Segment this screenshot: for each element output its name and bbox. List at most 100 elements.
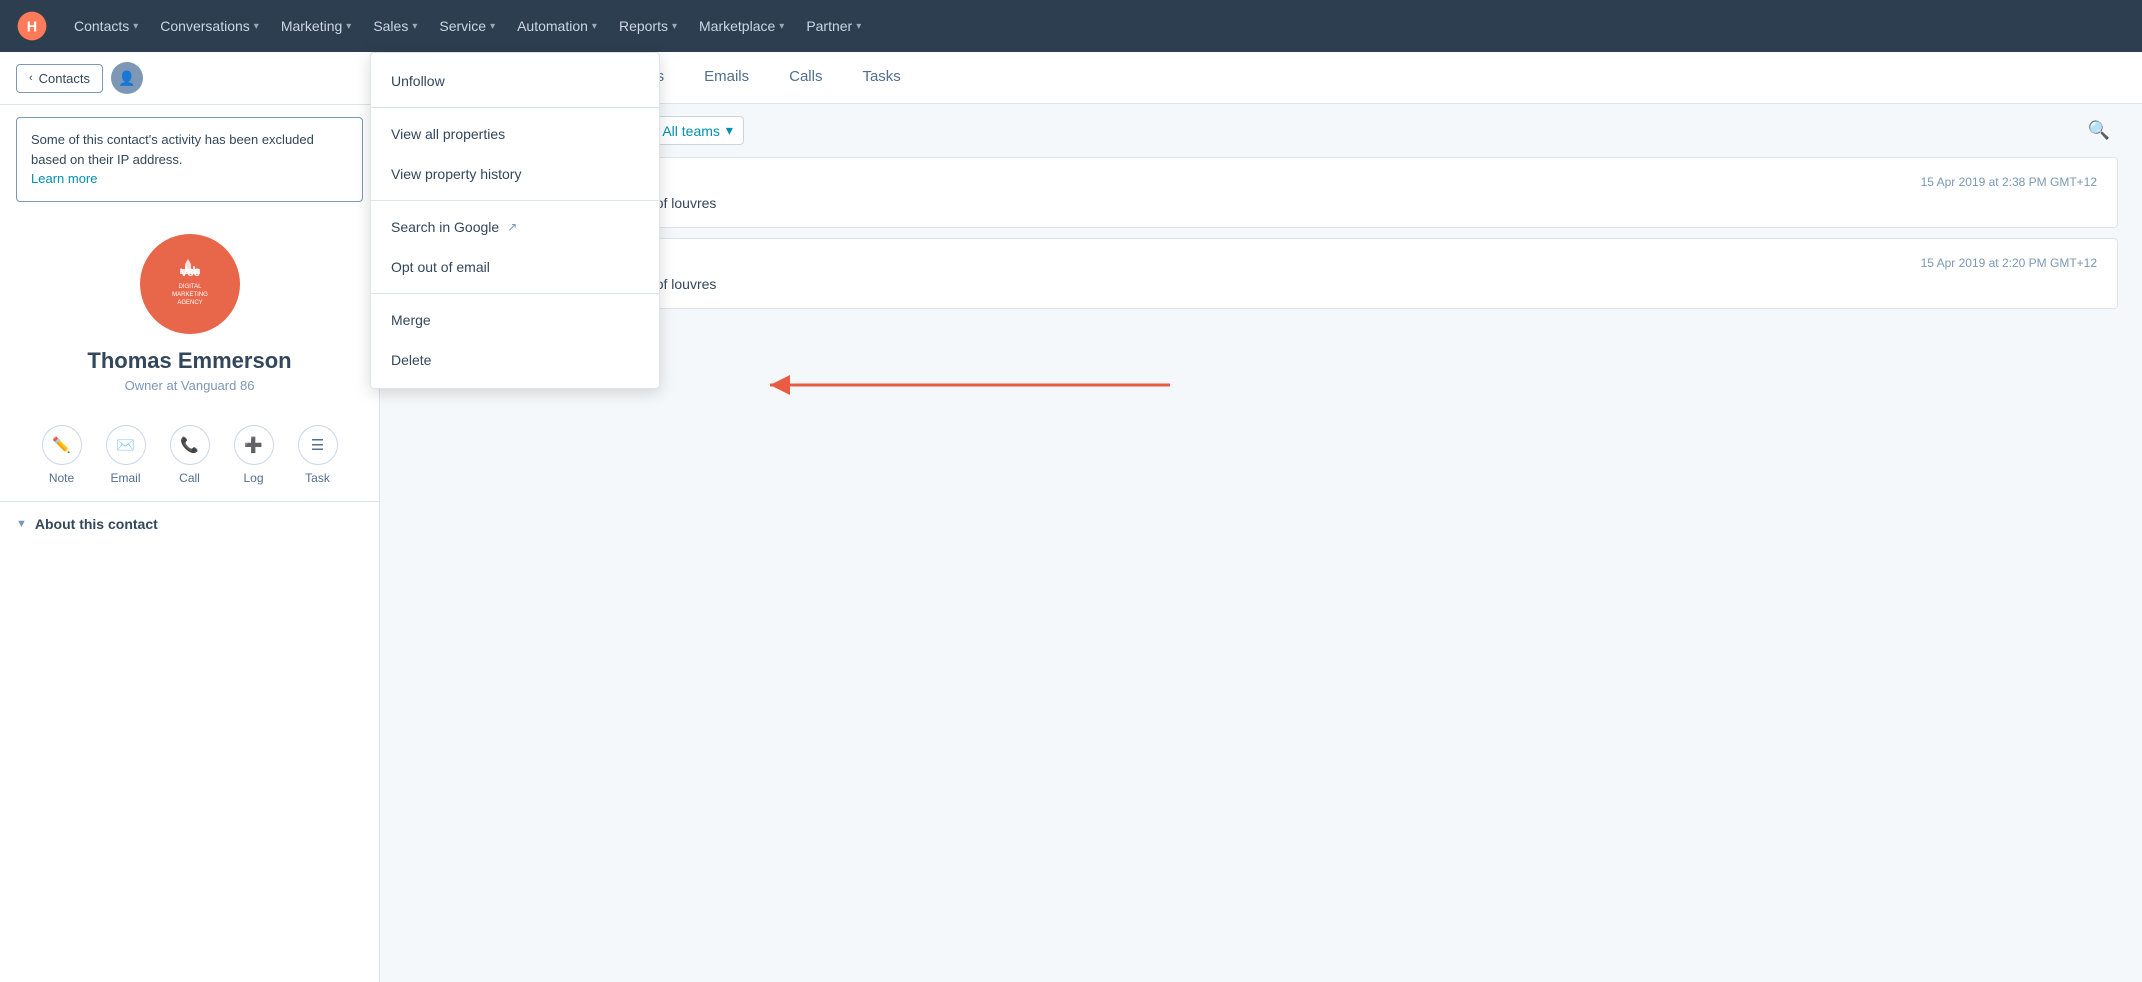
delete-label: Delete: [391, 352, 431, 368]
nav-chevron-marketplace: ▾: [779, 21, 784, 32]
tab-emails[interactable]: Emails: [684, 52, 769, 104]
action-btn-email[interactable]: ✉️ Email: [106, 425, 146, 485]
activity-desc: as Emmerson opened Aurae's range of louv…: [425, 195, 2097, 211]
merge-label: Merge: [391, 312, 431, 328]
activity-search-button[interactable]: 🔍: [2080, 116, 2118, 145]
nav-label-service: Service: [439, 18, 486, 34]
dropdown-item-merge[interactable]: Merge: [371, 300, 659, 340]
nav-items: Contacts▾Conversations▾Marketing▾Sales▾S…: [64, 12, 871, 40]
nav-item-marketplace[interactable]: Marketplace ▾: [689, 12, 794, 40]
activity-time: 15 Apr 2019 at 2:38 PM GMT+12: [1921, 175, 2097, 189]
nav-chevron-partner: ▾: [856, 21, 861, 32]
action-btn-log[interactable]: ➕ Log: [234, 425, 274, 485]
action-btn-task[interactable]: ☰ Task: [298, 425, 338, 485]
about-chevron-icon: ▼: [16, 518, 27, 530]
actions-dropdown-menu: Unfollow View all properties View proper…: [370, 52, 660, 389]
nav-chevron-contacts: ▾: [133, 21, 138, 32]
nav-item-sales[interactable]: Sales ▾: [363, 12, 427, 40]
log-icon: ➕: [234, 425, 274, 465]
nav-chevron-service: ▾: [490, 21, 495, 32]
dropdown-item-unfollow[interactable]: Unfollow: [371, 61, 659, 101]
svg-text:H: H: [27, 20, 37, 36]
note-icon: ✏️: [42, 425, 82, 465]
dropdown-divider-3: [371, 293, 659, 294]
activity-item-header: activity 15 Apr 2019 at 2:38 PM GMT+12: [425, 174, 2097, 189]
nav-chevron-sales: ▾: [412, 21, 417, 32]
email-icon: ✉️: [106, 425, 146, 465]
nav-item-reports[interactable]: Reports ▾: [609, 12, 687, 40]
activity-desc-2: as Emmerson opened Aurae's range of louv…: [425, 276, 2097, 292]
activity-time-2: 15 Apr 2019 at 2:20 PM GMT+12: [1921, 256, 2097, 270]
nav-label-contacts: Contacts: [74, 18, 129, 34]
nav-item-marketing[interactable]: Marketing ▾: [271, 12, 362, 40]
all-teams-chevron-icon: ▾: [726, 122, 733, 139]
back-to-contacts-button[interactable]: ‹ Contacts: [16, 64, 103, 93]
contact-action-buttons: ✏️ Note ✉️ Email 📞 Call ➕ Log ☰ Task: [0, 409, 379, 502]
back-chevron-icon: ‹: [29, 72, 33, 84]
call-icon: 📞: [170, 425, 210, 465]
all-teams-dropdown[interactable]: All teams ▾: [651, 116, 744, 145]
nav-chevron-marketing: ▾: [346, 21, 351, 32]
action-btn-call[interactable]: 📞 Call: [170, 425, 210, 485]
dropdown-item-view-all-properties[interactable]: View all properties: [371, 114, 659, 154]
about-section[interactable]: ▼ About this contact: [0, 502, 379, 546]
action-btn-note[interactable]: ✏️ Note: [42, 425, 82, 485]
top-nav: H Contacts▾Conversations▾Marketing▾Sales…: [0, 0, 2142, 52]
view-property-history-label: View property history: [391, 166, 521, 182]
left-sidebar: ‹ Contacts 👤 Some of this contact's acti…: [0, 52, 380, 982]
nav-item-conversations[interactable]: Conversations ▾: [150, 12, 269, 40]
contact-title: Owner at Vanguard 86: [125, 378, 255, 393]
table-row: activity 15 Apr 2019 at 2:38 PM GMT+12 a…: [404, 157, 2118, 228]
nav-chevron-reports: ▾: [672, 21, 677, 32]
nav-label-reports: Reports: [619, 18, 668, 34]
dropdown-item-search-google[interactable]: Search in Google ↗: [371, 207, 659, 247]
main-layout: ‹ Contacts 👤 Some of this contact's acti…: [0, 52, 2142, 982]
nav-item-partner[interactable]: Partner ▾: [796, 12, 871, 40]
note-label: Note: [49, 471, 74, 485]
svg-text:MARKETING: MARKETING: [172, 292, 208, 298]
task-icon: ☰: [298, 425, 338, 465]
table-row: activity 15 Apr 2019 at 2:20 PM GMT+12 a…: [404, 238, 2118, 309]
hubspot-logo[interactable]: H: [16, 10, 48, 42]
tab-tasks[interactable]: Tasks: [842, 52, 920, 104]
nav-label-automation: Automation: [517, 18, 588, 34]
svg-text:DIGITAL: DIGITAL: [178, 284, 202, 290]
alert-text: Some of this contact's activity has been…: [31, 132, 314, 167]
unfollow-label: Unfollow: [391, 73, 445, 89]
call-label: Call: [179, 471, 200, 485]
all-teams-label: All teams: [662, 123, 720, 139]
contacts-back-bar: ‹ Contacts 👤: [0, 52, 379, 105]
dropdown-item-opt-out-email[interactable]: Opt out of email: [371, 247, 659, 287]
nav-label-marketing: Marketing: [281, 18, 342, 34]
nav-item-contacts[interactable]: Contacts ▾: [64, 12, 148, 40]
nav-chevron-automation: ▾: [592, 21, 597, 32]
dropdown-item-view-property-history[interactable]: View property history: [371, 154, 659, 194]
view-all-properties-label: View all properties: [391, 126, 505, 142]
search-google-label: Search in Google: [391, 219, 499, 235]
contact-avatar: V86 DIGITAL MARKETING AGENCY: [140, 234, 240, 334]
dropdown-item-delete[interactable]: Delete: [371, 340, 659, 380]
alert-box: Some of this contact's activity has been…: [16, 117, 363, 202]
email-label: Email: [110, 471, 140, 485]
nav-label-partner: Partner: [806, 18, 852, 34]
dropdown-divider-2: [371, 200, 659, 201]
nav-item-automation[interactable]: Automation ▾: [507, 12, 607, 40]
learn-more-link[interactable]: Learn more: [31, 171, 97, 186]
log-label: Log: [243, 471, 263, 485]
opt-out-email-label: Opt out of email: [391, 259, 490, 275]
person-icon-button[interactable]: 👤: [111, 62, 143, 94]
activity-item-header-2: activity 15 Apr 2019 at 2:20 PM GMT+12: [425, 255, 2097, 270]
external-link-icon: ↗: [507, 220, 517, 234]
nav-label-sales: Sales: [373, 18, 408, 34]
contact-name: Thomas Emmerson: [87, 348, 291, 374]
nav-item-service[interactable]: Service ▾: [429, 12, 505, 40]
nav-label-marketplace: Marketplace: [699, 18, 775, 34]
about-header[interactable]: ▼ About this contact: [16, 516, 363, 532]
task-label: Task: [305, 471, 330, 485]
tab-calls[interactable]: Calls: [769, 52, 842, 104]
nav-label-conversations: Conversations: [160, 18, 250, 34]
contact-profile: V86 DIGITAL MARKETING AGENCY Thomas Emme…: [0, 214, 379, 409]
svg-text:AGENCY: AGENCY: [177, 300, 202, 306]
dropdown-divider-1: [371, 107, 659, 108]
nav-chevron-conversations: ▾: [254, 21, 259, 32]
